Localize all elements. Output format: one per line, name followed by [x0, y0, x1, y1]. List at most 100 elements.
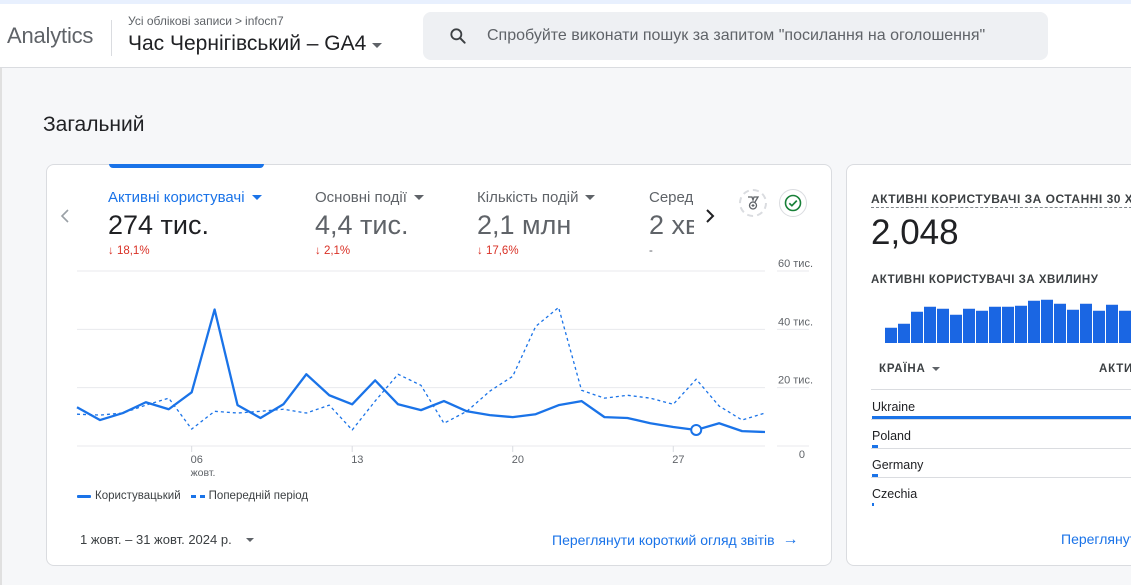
caret-down-icon [931, 367, 940, 371]
per-minute-bar[interactable] [1067, 309, 1079, 343]
metric-change: ↓ 2,1% [315, 245, 351, 257]
y-tick-label: 40 тис. [778, 316, 813, 328]
y-tick-label: 20 тис. [778, 375, 813, 387]
app-header: Analytics Усі облікові записи > infocn7 Ча… [0, 4, 1131, 68]
country-row[interactable]: Poland [871, 420, 1131, 449]
date-range-label: 1 жовт. – 31 жовт. 2024 р. [80, 532, 232, 547]
legend-dashed-swatch [190, 494, 205, 498]
overview-card: Активні користувачі 274 тис. ↓ 18,1% Осн… [46, 164, 832, 566]
check-circle-icon[interactable] [779, 189, 807, 217]
per-minute-bar[interactable] [924, 306, 936, 343]
caret-down-icon [413, 195, 424, 200]
chevron-left-icon[interactable] [57, 205, 73, 227]
metric-value: 4,4 тис. [315, 210, 409, 240]
section-title: Загальний [43, 113, 145, 136]
metric-active-users[interactable]: Активні користувачі 274 тис. ↓ 18,1% [108, 189, 262, 257]
per-minute-bar[interactable] [1119, 310, 1131, 343]
per-minute-bar[interactable] [1080, 303, 1092, 343]
arrow-right-icon: → [782, 531, 799, 548]
breadcrumb-account[interactable]: infocn7 [245, 14, 284, 28]
x-tick-label: 13 [351, 454, 363, 466]
per-minute-bar-chart [885, 293, 1131, 343]
per-minute-title: АКТИВНІ КОРИСТУВАЧІ ЗА ХВИЛИНУ [871, 274, 1099, 286]
property-selector[interactable]: Час Чернігівський – GA4 [128, 32, 383, 56]
caret-down-icon [251, 195, 262, 200]
metric-label: Серед [649, 189, 694, 206]
x-tick-label: 06 [191, 454, 203, 466]
analytics-logo[interactable]: Analytics [7, 23, 93, 49]
per-minute-bar[interactable] [989, 306, 1001, 343]
breadcrumb: Усі облікові записи > infocn7 [128, 14, 284, 28]
x-tick-label: 27 [672, 454, 684, 466]
chart-legend: Користувацький Попередній період [77, 490, 308, 502]
metric-key-events[interactable]: Основні події 4,4 тис. ↓ 2,1% [315, 189, 424, 257]
y-tick-label: 60 тис. [778, 258, 813, 270]
breadcrumb-all-accounts[interactable]: Усі облікові записи [128, 14, 232, 28]
active-users-column-header: АКТИ [1099, 363, 1131, 375]
per-minute-bar[interactable] [976, 310, 988, 343]
search-icon [450, 28, 466, 44]
view-reports-snapshot-label: Переглянути короткий огляд звітів [552, 532, 775, 548]
country-name: Germany [872, 458, 924, 472]
per-minute-bar[interactable] [1041, 299, 1053, 343]
country-name: Czechia [872, 487, 918, 501]
country-name: Poland [872, 429, 911, 443]
country-column-header[interactable]: КРАЇНА [879, 363, 940, 375]
legend-solid-swatch [77, 494, 91, 498]
highlighted-point-marker [690, 423, 703, 436]
breadcrumb-chevron-icon: > [235, 14, 243, 28]
per-minute-bar[interactable] [1106, 304, 1118, 343]
metric-event-count[interactable]: Кількість подій 2,1 млн ↓ 17,6% [477, 189, 596, 257]
realtime-card: АКТИВНІ КОРИСТУВАЧІ ЗА ОСТАННІ 30 ХВ 2,0… [846, 164, 1131, 566]
country-row[interactable]: Ukraine [871, 391, 1131, 420]
x-tick-label: 20 [512, 454, 524, 466]
per-minute-bar[interactable] [911, 311, 923, 343]
per-minute-bar[interactable] [1002, 306, 1014, 343]
metric-change: - [649, 245, 653, 257]
view-realtime-label: Переглянути [1061, 531, 1131, 547]
per-minute-bar[interactable] [950, 314, 962, 343]
country-name: Ukraine [872, 400, 916, 414]
caret-down-icon [372, 43, 383, 48]
table-header-divider [871, 389, 1131, 390]
date-range-selector[interactable]: 1 жовт. – 31 жовт. 2024 р. [80, 532, 254, 547]
search-input[interactable] [487, 27, 1047, 45]
header-divider [111, 20, 112, 56]
property-name: Час Чернігівський – GA4 [128, 32, 367, 55]
per-minute-bar[interactable] [963, 308, 975, 343]
per-minute-bar[interactable] [1093, 310, 1105, 343]
legend-previous-label: Попередній період [208, 490, 309, 502]
metric-label: Активні користувачі [108, 189, 245, 206]
per-minute-bar[interactable] [1028, 300, 1040, 343]
metric-value: 274 тис. [108, 210, 209, 240]
view-realtime-link[interactable]: Переглянути [1061, 531, 1131, 547]
series-previous-line [76, 306, 766, 431]
per-minute-bar[interactable] [1015, 305, 1027, 343]
metric-label: Основні події [315, 189, 407, 206]
left-rail [0, 68, 2, 585]
per-minute-bar[interactable] [1054, 303, 1066, 343]
caret-down-icon [245, 537, 254, 542]
per-minute-bar[interactable] [885, 327, 897, 343]
metric-label: Кількість подій [477, 189, 579, 206]
metric-value: 2 хв [649, 210, 694, 240]
series-current-line [76, 308, 766, 434]
view-reports-snapshot-link[interactable]: Переглянути короткий огляд звітів → [552, 531, 799, 549]
chevron-right-icon[interactable] [702, 205, 718, 227]
metric-value: 2,1 млн [477, 210, 572, 240]
metric-avg-engagement[interactable]: Серед 2 хв - [649, 189, 694, 257]
per-minute-bar[interactable] [898, 323, 910, 343]
per-minute-bar[interactable] [937, 308, 949, 343]
x-tick-sublabel: жовт. [191, 467, 216, 479]
metric-change: ↓ 17,6% [477, 245, 519, 257]
country-row[interactable]: Czechia [871, 478, 1131, 507]
realtime-title[interactable]: АКТИВНІ КОРИСТУВАЧІ ЗА ОСТАННІ 30 ХВ [871, 192, 1131, 208]
search-bar[interactable] [423, 12, 1048, 60]
insights-badge-icon[interactable] [739, 189, 767, 217]
y-tick-label: 0 [799, 449, 805, 461]
metric-change: ↓ 18,1% [108, 245, 150, 257]
country-row[interactable]: Germany [871, 449, 1131, 478]
country-share-bar [872, 503, 874, 506]
realtime-value: 2,048 [871, 213, 959, 252]
country-column-label: КРАЇНА [879, 363, 926, 375]
